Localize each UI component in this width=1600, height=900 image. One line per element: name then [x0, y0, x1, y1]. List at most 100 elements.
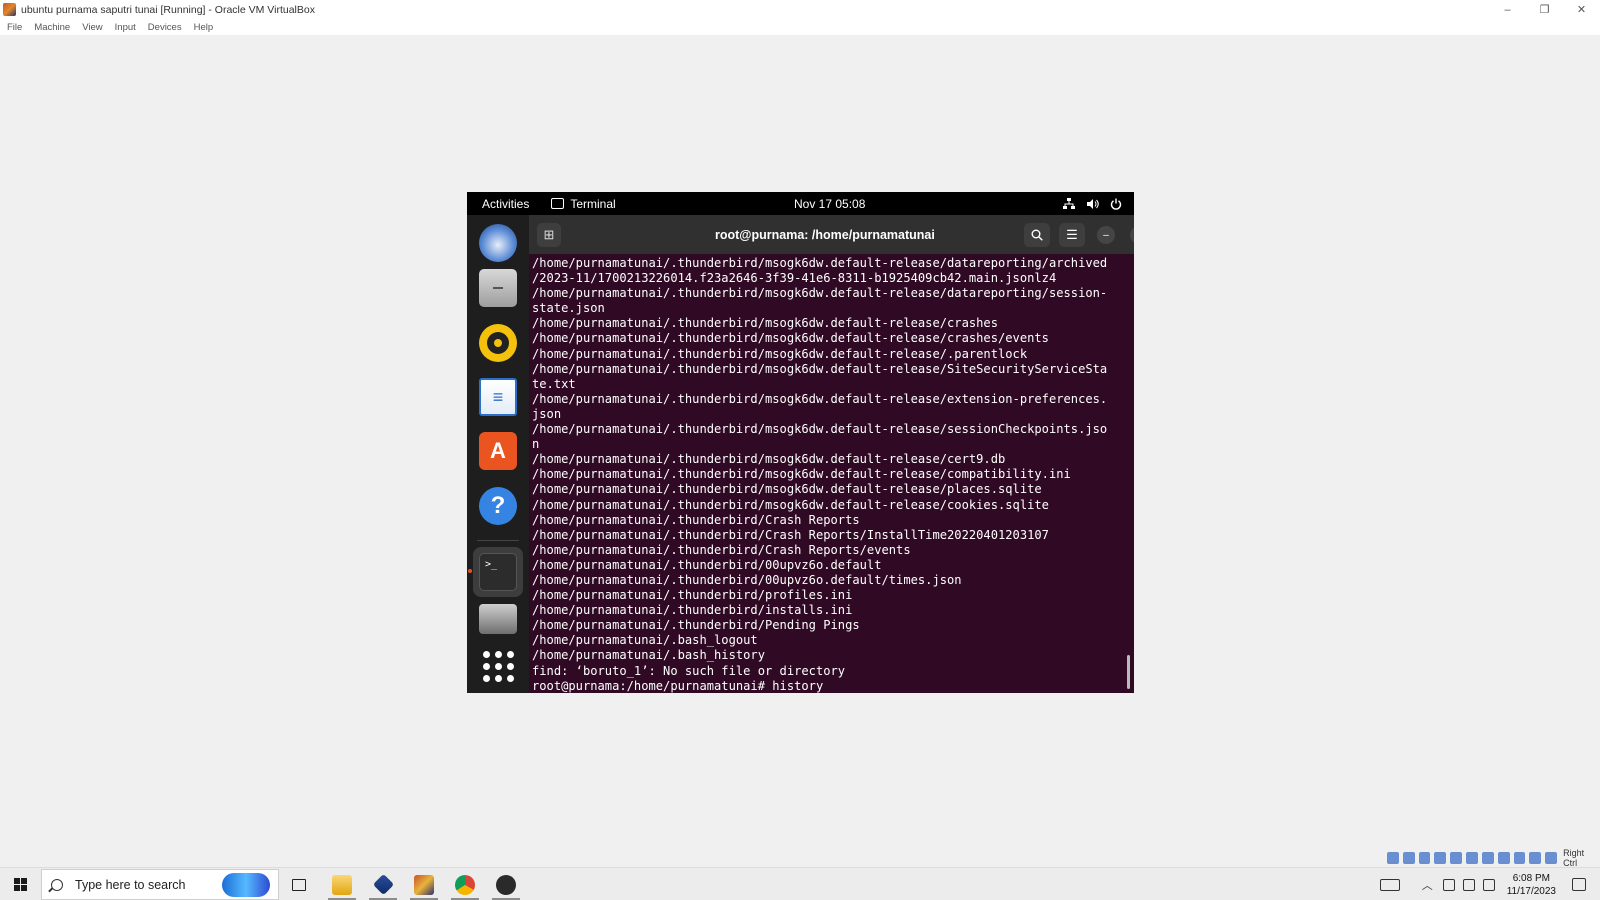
ubuntu-software-icon[interactable]: A: [479, 432, 517, 470]
menu-view[interactable]: View: [82, 22, 102, 33]
speaker-muted-icon[interactable]: [1482, 878, 1495, 891]
terminal-header-bar[interactable]: ⊞ root@purnama: /home/purnamatunai ☰ – ❐…: [529, 215, 1134, 254]
terminal-line: /home/purnamatunai/.bash_history: [532, 648, 765, 663]
app-menu-terminal[interactable]: Terminal: [551, 196, 616, 211]
terminal-line: /home/purnamatunai/.thunderbird/msogk6dw…: [532, 331, 1049, 346]
keyboard-capture-icon[interactable]: [1545, 852, 1558, 864]
terminal-line: find: ‘boruto_1’: No such file or direct…: [532, 663, 846, 678]
terminal-line: /home/purnamatunai/.thunderbird/00upvz6o…: [532, 572, 962, 587]
folder-icon: [332, 874, 352, 895]
notification-center-icon[interactable]: [1572, 878, 1586, 891]
terminal-scrollbar[interactable]: [1127, 655, 1130, 689]
terminal-line: /home/purnamatunai/.thunderbird/installs…: [532, 603, 853, 618]
app-menu-label: Terminal: [570, 196, 616, 211]
windows-taskbar: Type here to search ︿ 6:08 PM 11/17/2023: [0, 867, 1600, 900]
libreoffice-writer-icon[interactable]: ≡: [479, 378, 517, 416]
audio-icon[interactable]: [1418, 852, 1431, 864]
shared-folder-icon[interactable]: [1466, 852, 1478, 864]
ubuntu-dock: ≡ A ? >_: [467, 215, 529, 693]
terminal-line: root@purnama:/home/purnamatunai# history: [532, 678, 824, 693]
terminal-line: /home/purnamatunai/.thunderbird/msogk6dw…: [532, 361, 1108, 376]
terminal-maximize-icon[interactable]: ❐: [1130, 226, 1134, 244]
volume-icon: [1087, 198, 1099, 209]
terminal-line: /home/purnamatunai/.thunderbird/00upvz6o…: [532, 557, 882, 572]
terminal-line: /home/purnamatunai/.thunderbird/Crash Re…: [532, 527, 1049, 542]
chrome-button[interactable]: [445, 868, 485, 900]
terminal-line: te.txt: [532, 376, 576, 391]
file-explorer-button[interactable]: [322, 868, 362, 900]
display-icon[interactable]: [1481, 852, 1494, 864]
menu-machine[interactable]: Machine: [34, 22, 70, 33]
show-applications-icon[interactable]: [479, 647, 517, 685]
storage-icon[interactable]: [1387, 852, 1399, 864]
dock-separator: [477, 540, 519, 541]
virtualbox-manager-button[interactable]: [363, 868, 403, 900]
chevron-up-icon[interactable]: ︿: [1422, 877, 1433, 893]
close-button[interactable]: ✕: [1563, 0, 1600, 19]
menu-help[interactable]: Help: [194, 22, 214, 33]
thunderbird-icon[interactable]: [479, 224, 517, 262]
terminal-line: /home/purnamatunai/.thunderbird/Crash Re…: [532, 542, 911, 557]
taskbar-time: 6:08 PM: [1512, 872, 1550, 884]
mouse-integration-icon[interactable]: [1529, 852, 1542, 864]
terminal-app-icon[interactable]: >_: [479, 553, 517, 591]
drive-icon[interactable]: [479, 604, 517, 634]
start-button[interactable]: [0, 868, 40, 900]
terminal-line: /home/purnamatunai/.thunderbird/Crash Re…: [532, 512, 860, 527]
window-title: ubuntu purnama saputri tunai [Running] -…: [21, 3, 315, 16]
terminal-line: n: [532, 437, 540, 452]
gnome-top-bar: Activities Terminal Nov 17 05:08: [467, 192, 1134, 215]
rhythmbox-icon[interactable]: [479, 324, 517, 362]
virtualbox-app-icon: [3, 3, 16, 16]
running-vm-button[interactable]: [404, 868, 444, 900]
terminal-title: root@purnama: /home/purnamatunai: [715, 227, 935, 242]
files-icon[interactable]: [479, 269, 517, 307]
obs-icon: [496, 874, 516, 895]
power-icon: [1110, 198, 1122, 210]
hamburger-menu-icon[interactable]: ☰: [1059, 223, 1085, 247]
terminal-line: /home/purnamatunai/.bash_logout: [532, 633, 758, 648]
guest-screen[interactable]: Activities Terminal Nov 17 05:08 ≡ A ? >…: [467, 192, 1134, 693]
cpu-icon[interactable]: [1513, 852, 1526, 864]
running-indicator: [468, 569, 472, 573]
system-tray[interactable]: [1063, 197, 1122, 210]
menu-input[interactable]: Input: [115, 22, 136, 33]
dock-terminal-highlight[interactable]: >_: [473, 547, 523, 597]
recording-icon[interactable]: [1497, 852, 1510, 864]
taskbar-date: 11/17/2023: [1506, 885, 1556, 897]
host-key-label: Right Ctrl: [1563, 848, 1585, 868]
meet-now-icon[interactable]: [1442, 878, 1455, 891]
terminal-line: /home/purnamatunai/.thunderbird/msogk6dw…: [532, 467, 1071, 482]
terminal-line: /home/purnamatunai/.thunderbird/msogk6dw…: [532, 422, 1108, 437]
menu-devices[interactable]: Devices: [148, 22, 182, 33]
copilot-icon[interactable]: [222, 873, 270, 897]
terminal-line: /home/purnamatunai/.thunderbird/msogk6dw…: [532, 286, 1108, 301]
terminal-minimize-icon[interactable]: –: [1097, 226, 1115, 244]
virtualbox-status-bar: Right Ctrl: [1387, 848, 1600, 868]
minimize-button[interactable]: –: [1489, 0, 1526, 19]
network-adapter-icon[interactable]: [1434, 852, 1447, 864]
taskbar-clock[interactable]: 6:08 PM 11/17/2023: [1507, 872, 1556, 898]
taskbar-search-box[interactable]: Type here to search: [41, 869, 279, 900]
terminal-line: /home/purnamatunai/.thunderbird/msogk6dw…: [532, 256, 1108, 270]
terminal-output[interactable]: /home/purnamatunai/.thunderbird/msogk6dw…: [529, 254, 1134, 693]
restore-button[interactable]: ❐: [1526, 0, 1563, 19]
search-icon[interactable]: [1024, 223, 1050, 247]
network-icon[interactable]: [1462, 878, 1475, 891]
optical-drive-icon[interactable]: [1402, 852, 1415, 864]
terminal-line: /home/purnamatunai/.thunderbird/msogk6dw…: [532, 497, 1049, 512]
help-icon[interactable]: ?: [479, 487, 517, 525]
network-icon: [1063, 197, 1075, 209]
obs-button[interactable]: [486, 868, 526, 900]
new-tab-icon[interactable]: ⊞: [537, 223, 561, 247]
activities-button[interactable]: Activities: [482, 197, 529, 211]
usb-icon[interactable]: [1450, 852, 1463, 864]
touch-keyboard-icon[interactable]: [1379, 878, 1400, 891]
chrome-icon: [455, 874, 475, 895]
terminal-line: json: [532, 406, 562, 421]
terminal-line: /home/purnamatunai/.thunderbird/profiles…: [532, 588, 853, 603]
gnome-clock[interactable]: Nov 17 05:08: [794, 197, 865, 211]
menu-file[interactable]: File: [7, 22, 22, 33]
task-view-button[interactable]: [279, 868, 319, 900]
terminal-line: /home/purnamatunai/.thunderbird/msogk6dw…: [532, 316, 998, 331]
